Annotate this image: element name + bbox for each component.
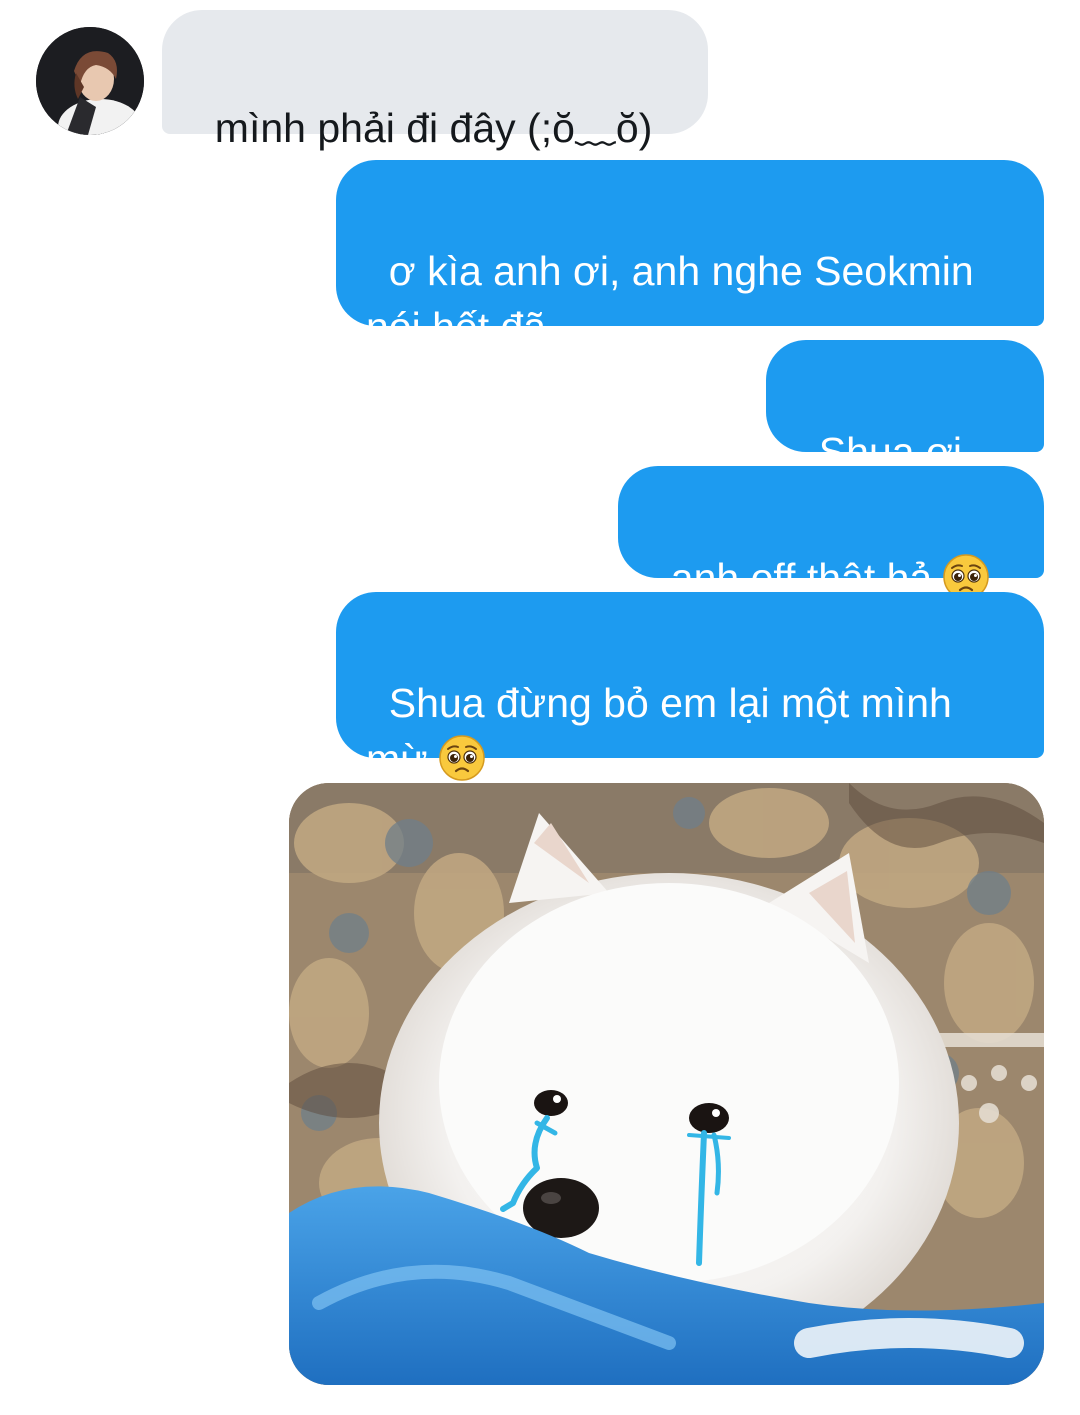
message-image[interactable] [289, 783, 1044, 1385]
avatar-photo [36, 27, 144, 135]
message-text: ơ kìa anh ơi, anh nghe Seokmin nói hết đ… [366, 248, 986, 350]
crying-dog-image [289, 783, 1044, 1385]
pleading-face-emoji [438, 735, 485, 781]
message-sent[interactable]: Shua ơi [766, 340, 1044, 530]
contact-avatar[interactable] [36, 27, 144, 135]
message-sent[interactable]: ơ kìa anh ơi, anh nghe Seokmin nói hết đ… [336, 160, 1044, 350]
message-received[interactable]: mình phải đi đây (;ŏ﹏ŏ) [162, 10, 708, 151]
message-sent[interactable]: anh off thật hả [618, 466, 1044, 601]
message-text: mình phải đi đây (;ŏ﹏ŏ) [214, 105, 653, 151]
message-sent[interactable]: Shua đừng bỏ em lại một mình mừ [336, 592, 1044, 782]
